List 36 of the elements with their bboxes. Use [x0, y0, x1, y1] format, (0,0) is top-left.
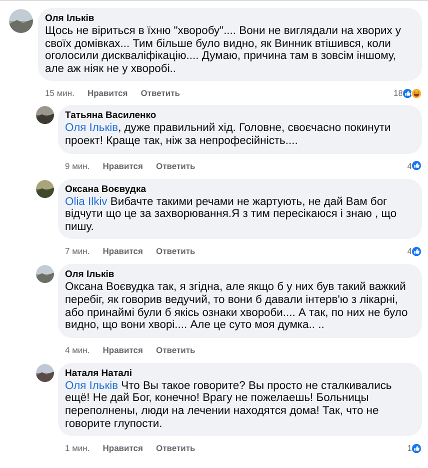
- reply-link[interactable]: Ответить: [156, 443, 196, 454]
- like-icon: [411, 246, 422, 257]
- reply-link[interactable]: Ответить: [156, 160, 196, 171]
- comment-text: Оля Ільків Что Вы такое говорите? Вы просто не сталкивались ещё! Не дай Бог, конечно! Врагу не пожелаешь! Больницы переполнены, люди на лечении находятся дома! Так, что не говорите глупости.: [65, 380, 393, 430]
- mention-link[interactable]: Olia Ilkiv: [65, 196, 108, 208]
- like-link[interactable]: Нравится: [102, 246, 143, 256]
- timestamp-link[interactable]: 7 мин.: [65, 246, 90, 256]
- like-link[interactable]: Нравится: [102, 160, 143, 171]
- reply-link[interactable]: Ответить: [156, 246, 196, 256]
- like-link[interactable]: Нравится: [87, 88, 128, 98]
- reaction-count[interactable]: 18: [394, 88, 403, 98]
- reaction-count[interactable]: 4: [407, 160, 412, 171]
- like-link[interactable]: Нравится: [102, 344, 143, 355]
- like-icon: [411, 442, 422, 454]
- timestamp-link[interactable]: 1 мин.: [65, 443, 90, 454]
- reply-link[interactable]: Ответить: [156, 344, 196, 355]
- mention-link[interactable]: Оля Ільків: [65, 380, 118, 392]
- laughing-face-icon: [411, 88, 422, 99]
- like-link[interactable]: Нравится: [102, 443, 143, 454]
- author-name[interactable]: Оксана Воєвудка: [65, 184, 414, 195]
- reaction-count[interactable]: 1: [407, 443, 412, 454]
- comment-text: Щось не віриться в їхню "хворобу".... Вони не виглядали на хворих у своїх домівках... Тим більше було видно, як Винник втішився, коли оголосили дискваліфікацію.... Думаю, причина там в зовсім іншому, але аж ніяк не у хворобі..: [45, 25, 402, 76]
- comment-text: Оля Ільків, дуже правильний хід. Головне, своєчасно покинути проект! Краще так, ніж за непрофесійність....: [65, 122, 392, 148]
- reaction-count[interactable]: 4: [407, 246, 412, 256]
- timestamp-link[interactable]: 4 мин.: [65, 344, 90, 355]
- timestamp-link[interactable]: 15 мин.: [45, 88, 74, 98]
- timestamp-link[interactable]: 9 мин.: [65, 160, 90, 171]
- author-name[interactable]: Оля Ільків: [45, 13, 414, 24]
- author-name[interactable]: Оля Ільків: [65, 269, 414, 280]
- author-name[interactable]: Наталя Наталі: [65, 368, 414, 379]
- author-name[interactable]: Татьяна Василенко: [65, 110, 414, 122]
- like-icon: [411, 160, 422, 172]
- mention-link[interactable]: Оля Ільків: [65, 122, 118, 134]
- comment-text: Olia Ilkiv Вибачте такими речами не жартують, не дай Вам бог відчути що це за захворювання.Я з тим пересікаюся і знаю , що пишу.: [65, 196, 398, 234]
- comment-text: Оксана Воєвудка так, я згідна, але якщо б у них був такий важкий перебіг, як говорив ведучий, то вони б давали інтерв'ю з лікарні, або принаймі були б якісь ознаки хвороби.... А так, по них не було видно, що вони хворі.... Але це суто моя думка.. ..: [65, 281, 409, 332]
- reply-link[interactable]: Ответить: [140, 88, 180, 98]
